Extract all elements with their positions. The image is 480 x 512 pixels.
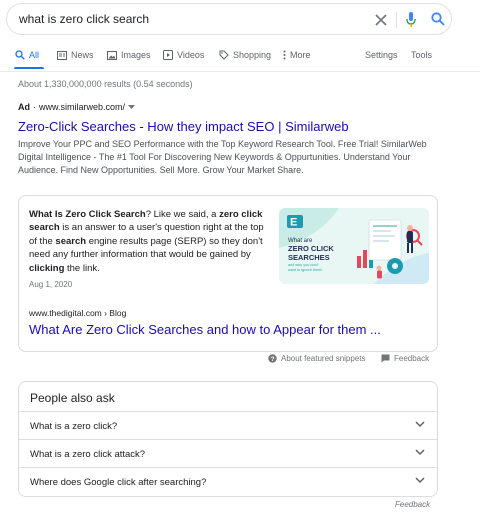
news-icon [57,50,67,60]
chevron-down-icon [415,449,425,456]
search-divider [396,12,397,28]
help-icon: ? [268,354,277,363]
tab-label: News [71,50,94,60]
tab-label: Shopping [233,50,272,60]
ad-badge: Ad [18,102,30,112]
tab-news[interactable]: News [57,45,94,65]
paa-question[interactable]: What is a zero click? [19,411,437,439]
snippet-thumbnail[interactable]: E What are ZERO CLICK SEARCHES and why y… [279,208,429,284]
active-tab-indicator [14,67,44,69]
chevron-down-icon [415,477,425,484]
caret-down-icon[interactable] [128,104,136,110]
ad-separator: · [33,102,36,112]
result-stats: About 1,330,000,000 results (0.54 second… [18,79,193,89]
tab-label: Videos [177,50,205,60]
settings-label: Settings [365,50,398,60]
thumb-line2: ZERO CLICK [288,244,334,253]
tab-more[interactable]: More [283,45,311,65]
paa-question[interactable]: What is a zero click attack? [19,439,437,467]
snippet-part: What Is Zero Click Search [29,209,146,220]
settings-link[interactable]: Settings [365,45,398,65]
ad-source: Ad · www.similarweb.com/ [18,102,438,112]
snippet-part: the link. [64,262,100,274]
more-vert-icon [283,50,286,60]
tabs-divider [0,71,480,72]
tab-videos[interactable]: Videos [163,45,204,65]
paa-question-text: What is a zero click attack? [30,449,146,460]
logo-letter: E [290,217,297,229]
featured-snippet: What Is Zero Click Search? Like we said,… [18,195,438,352]
search-icon[interactable] [431,12,445,31]
search-icon [15,50,25,60]
tools-link[interactable]: Tools [411,45,432,65]
snippet-part: clicking [29,262,65,274]
tools-label: Tools [411,50,433,60]
search-tabs: All News Images Videos Shopping More Set… [0,45,480,69]
snippet-feedback[interactable]: Feedback [381,354,429,363]
close-icon[interactable] [375,13,387,31]
feedback-label: Feedback [394,354,430,363]
tab-label: All [29,50,40,60]
search-input[interactable]: what is zero click search [19,12,149,26]
snippet-cite[interactable]: www.thedigital.com › Blog [29,308,126,318]
image-icon [107,50,117,60]
paa-feedback[interactable]: Feedback [395,500,430,509]
snippet-part: ? Like we said, a [145,209,220,220]
feedback-icon [381,354,390,363]
thumb-line3: SEARCHES [288,253,330,262]
snippet-date: Aug 1, 2020 [29,280,73,289]
ad-result: Ad · www.similarweb.com/ Zero-Click Sear… [18,102,438,177]
tab-label: More [290,50,311,60]
paa-question[interactable]: Where does Google click after searching? [19,467,437,495]
snippet-text: What Is Zero Click Search? Like we said,… [29,208,269,275]
paa-title: People also ask [30,391,115,405]
paa-question-text: Where does Google click after searching? [30,477,207,488]
ad-description: Improve Your PPC and SEO Performance wit… [18,139,427,175]
about-featured-snippets[interactable]: ? About featured snippets [268,354,366,363]
people-also-ask: People also ask What is a zero click? Wh… [18,381,438,497]
tab-images[interactable]: Images [107,45,151,65]
tag-icon [219,50,229,60]
paa-question-text: What is a zero click? [30,421,118,432]
snippet-part: search [55,235,87,247]
tab-shopping[interactable]: Shopping [219,45,271,65]
search-box[interactable]: what is zero click search [6,3,452,35]
tab-all[interactable]: All [15,45,39,65]
ad-url[interactable]: www.similarweb.com/ [39,102,125,112]
snippet-title-link[interactable]: What Are Zero Click Searches and how to … [29,322,381,337]
svg-text:?: ? [271,356,275,363]
ad-title-link[interactable]: Zero-Click Searches - How they impact SE… [18,119,438,135]
thumb-line5: want to ignore them! [288,268,322,272]
chevron-down-icon [415,421,425,428]
tab-label: Images [121,50,151,60]
about-label: About featured snippets [281,354,366,363]
thumb-line4: and why you don't [288,263,319,267]
video-icon [163,50,173,60]
mic-icon[interactable] [406,12,416,33]
